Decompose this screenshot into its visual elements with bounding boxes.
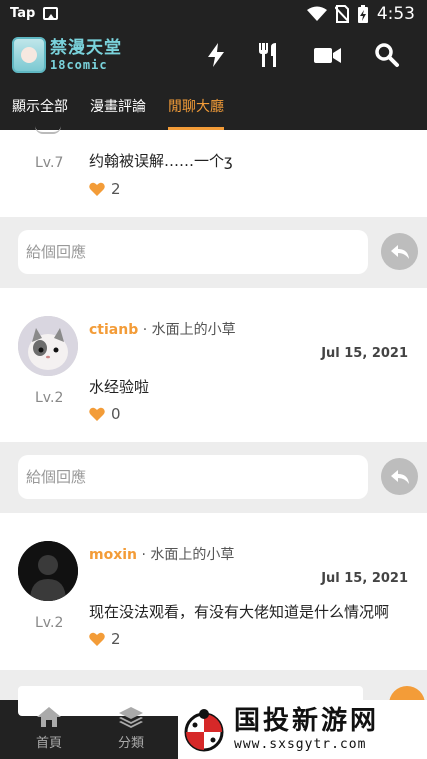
nav-categories[interactable]: 分類 (101, 706, 161, 751)
status-bar: Tap 4:53 (0, 0, 427, 30)
like-button[interactable]: 2 (89, 180, 121, 198)
clock: 4:53 (376, 4, 415, 24)
reply-arrow-icon (390, 469, 409, 484)
comment-text: 约翰被误解……一个ʒ (89, 152, 233, 170)
separator: · (142, 322, 148, 338)
logo-title: 禁漫天堂 (50, 37, 122, 58)
avatar[interactable] (18, 316, 78, 376)
comment-text: 水经验啦 (89, 378, 150, 396)
comment-card: Lv.7 约翰被误解……一个ʒ 2 (0, 130, 427, 217)
reply-button[interactable] (381, 233, 418, 270)
tab-comic-reviews[interactable]: 漫畫評論 (90, 80, 146, 130)
comment-date: Jul 15, 2021 (321, 346, 408, 361)
heart-icon (89, 407, 105, 421)
home-icon (37, 707, 61, 727)
layers-icon (119, 707, 143, 728)
avatar[interactable] (18, 541, 78, 601)
username[interactable]: moxin (89, 547, 137, 563)
nav-home[interactable]: 首頁 (19, 706, 79, 751)
tab-show-all[interactable]: 顯示全部 (12, 80, 68, 130)
user-level: Lv.2 (35, 615, 64, 631)
reply-input[interactable] (18, 455, 368, 499)
tab-bar: 顯示全部 漫畫評論 閒聊大廳 (0, 80, 427, 130)
comment-text: 现在没法观看，有没有大佬知道是什么情况啊 (89, 603, 390, 621)
battery-charging-icon (357, 5, 368, 23)
like-count: 0 (111, 405, 121, 423)
nav-categories-label: 分類 (117, 736, 144, 751)
like-count: 2 (111, 180, 121, 198)
user-level: Lv.2 (35, 390, 64, 406)
reply-input[interactable] (18, 230, 368, 274)
reply-arrow-icon (390, 244, 409, 259)
user-title: 水面上的小草 (150, 547, 235, 563)
wifi-icon (306, 6, 327, 21)
username[interactable]: ctianb (89, 322, 138, 338)
watermark-url: www.sxsgytr.com (234, 736, 367, 752)
like-count: 2 (111, 630, 121, 648)
fork-knife-icon[interactable] (256, 42, 282, 68)
nav-home-label: 首頁 (35, 736, 62, 751)
like-button[interactable]: 0 (89, 405, 121, 423)
video-camera-icon[interactable] (313, 42, 342, 68)
app-bar: 禁漫天堂 18comic (0, 30, 427, 80)
search-icon[interactable] (374, 42, 400, 68)
avatar (35, 126, 61, 134)
like-button[interactable]: 2 (89, 630, 121, 648)
carrier-label: Tap (10, 6, 36, 21)
separator: · (141, 547, 146, 563)
ladybug-logo (184, 708, 224, 751)
comment-card: moxin · 水面上的小草 Jul 15, 2021 Lv.2 现在没法观看，… (0, 513, 427, 670)
tab-chat-lobby[interactable]: 閒聊大廳 (168, 80, 224, 130)
user-title: 水面上的小草 (151, 322, 236, 338)
reply-button[interactable] (381, 458, 418, 495)
heart-icon (89, 632, 105, 646)
watermark: 国投新游网 www.sxsgytr.com (178, 700, 427, 759)
logo-mascot (12, 37, 46, 73)
no-sim-icon (334, 5, 349, 23)
logo-subtitle: 18comic (50, 57, 108, 72)
flash-icon[interactable] (203, 42, 229, 68)
comment-date: Jul 15, 2021 (321, 571, 408, 586)
image-icon (43, 7, 59, 20)
reply-row (0, 442, 427, 512)
app-logo[interactable]: 禁漫天堂 18comic (12, 36, 132, 74)
user-level: Lv.7 (35, 155, 64, 171)
watermark-name: 国投新游网 (234, 705, 380, 736)
heart-icon (89, 182, 105, 196)
reply-row (0, 217, 427, 287)
comment-card: ctianb · 水面上的小草 Jul 15, 2021 Lv.2 水经验啦 0 (0, 288, 427, 442)
